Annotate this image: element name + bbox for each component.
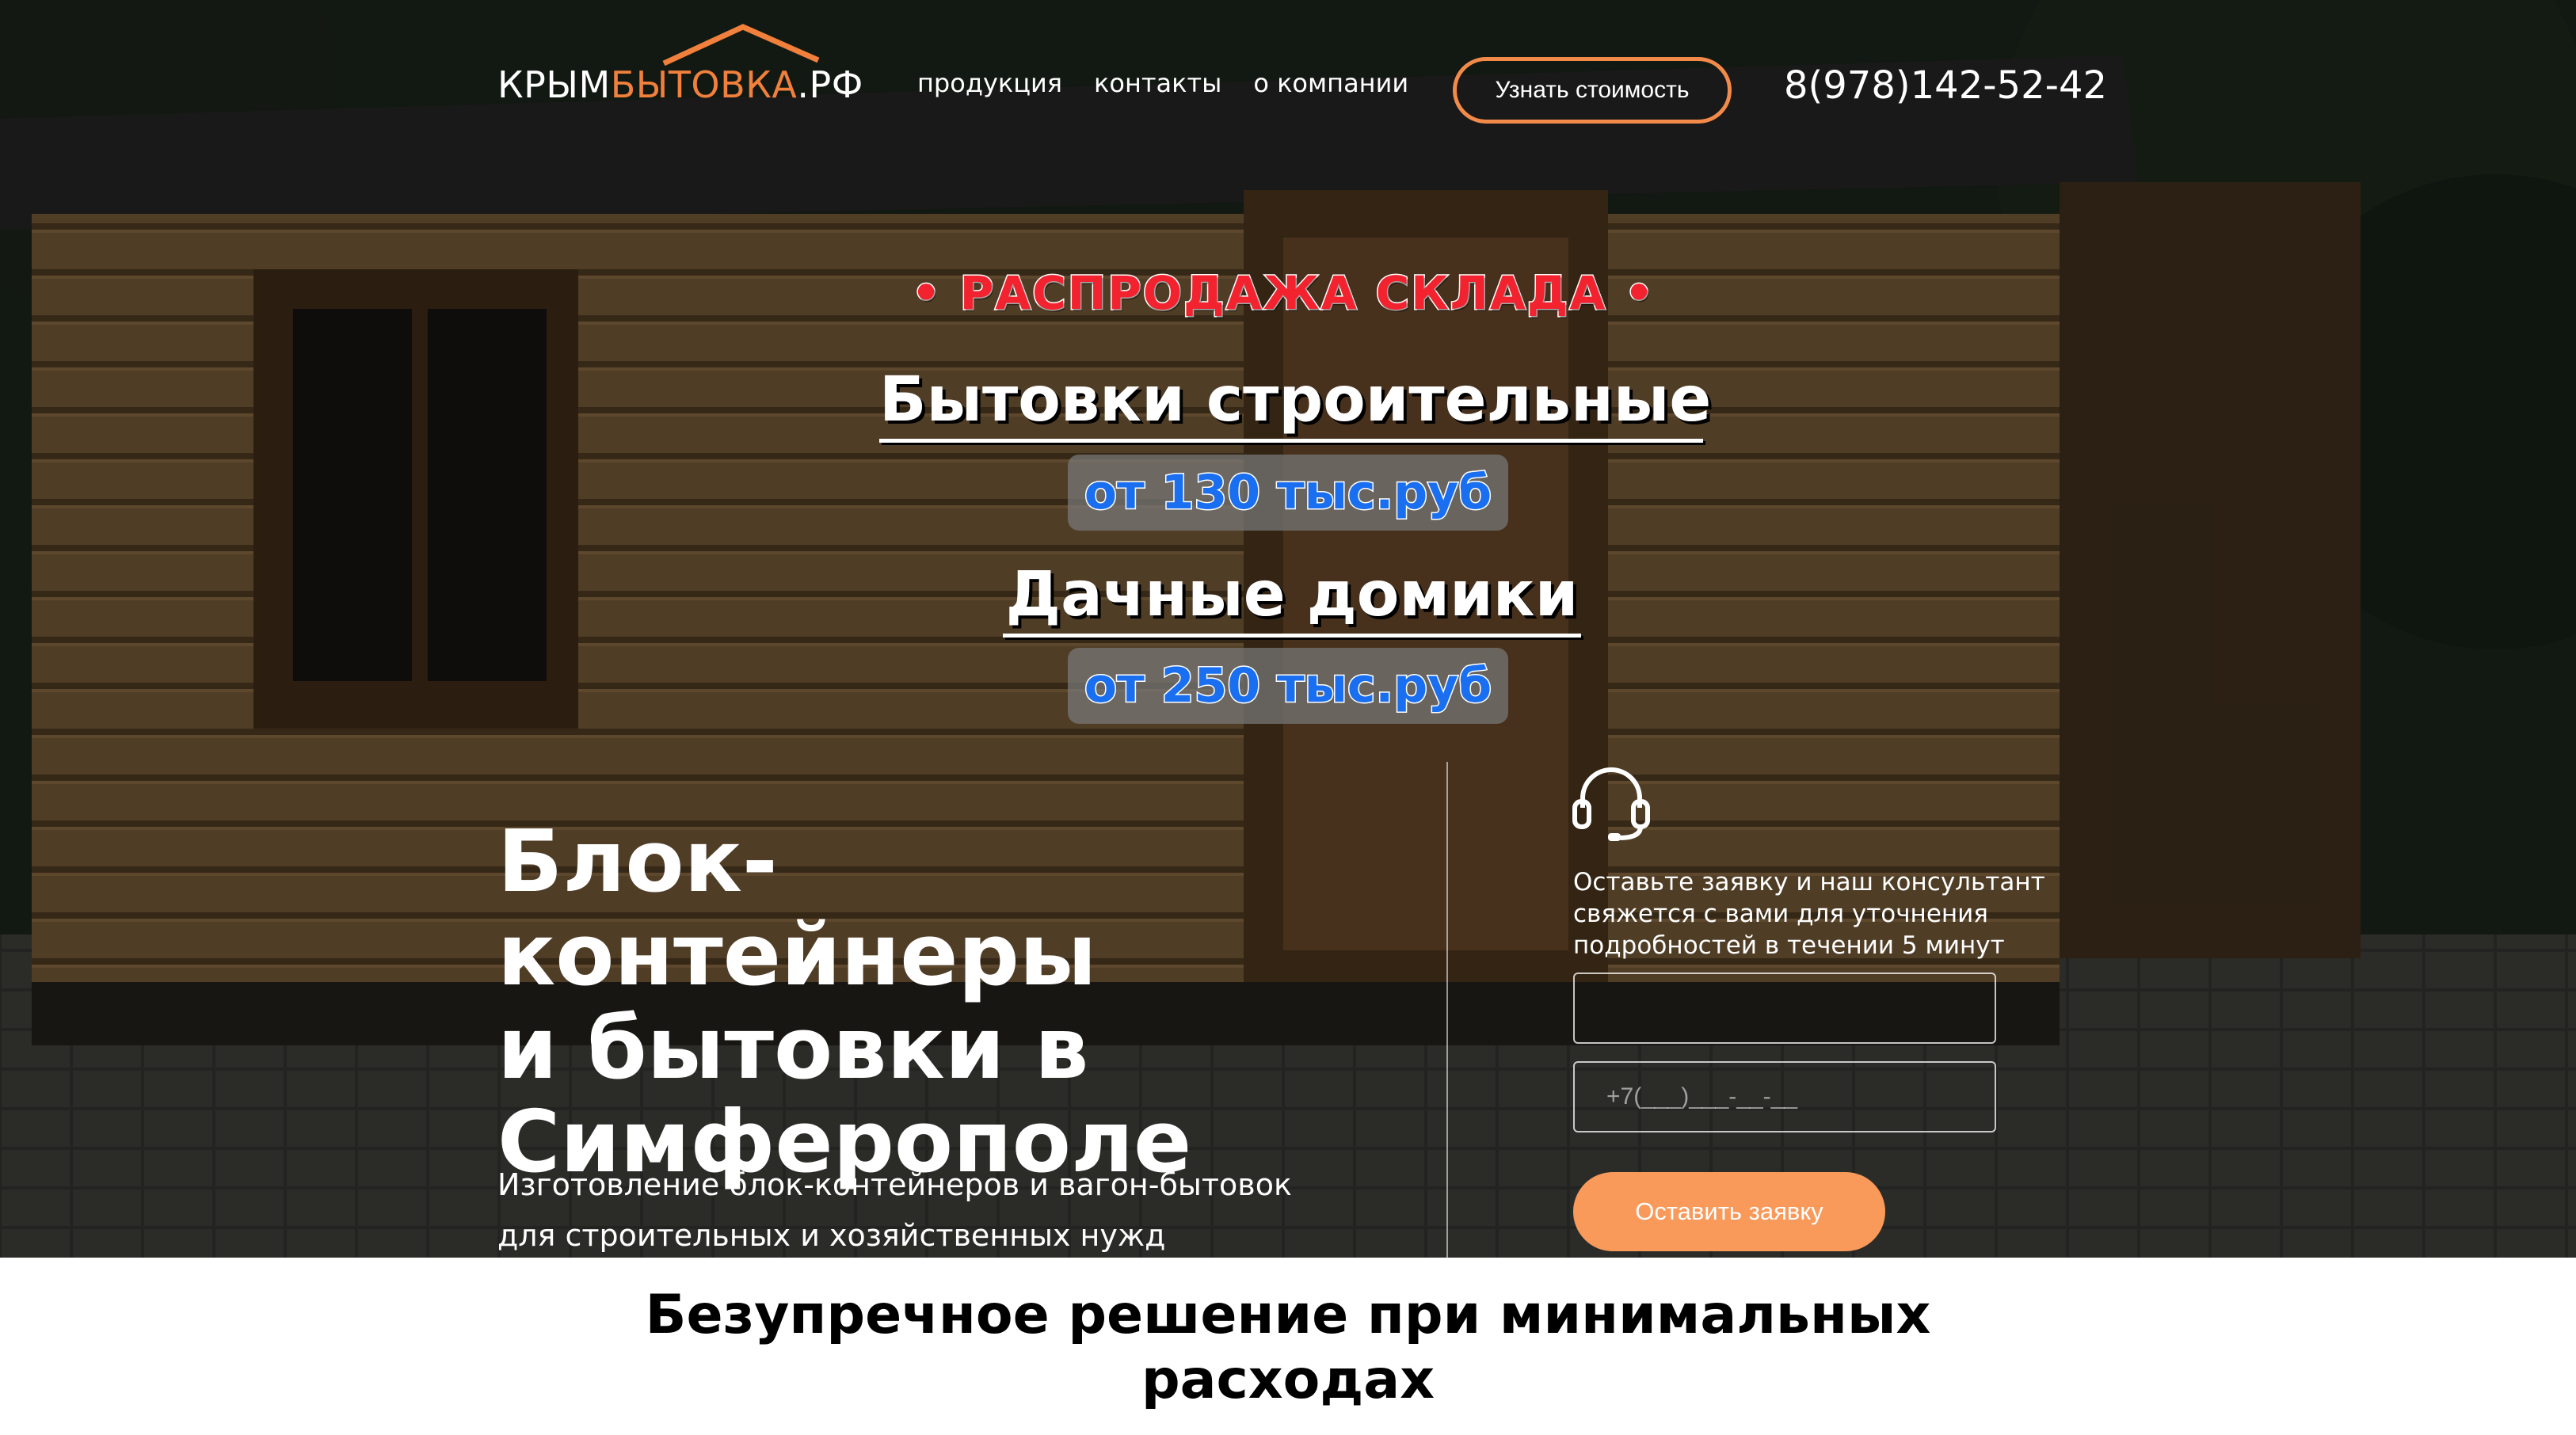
promo-item-1-price: от 130 тыс.руб [1068,455,1508,531]
page-subtitle-line-1: Изготовление блок-контейнеров и вагон-бы… [497,1167,1292,1202]
page-subtitle-line-2: для строительных и хозяйственных нужд [497,1218,1166,1253]
nav-link-products[interactable]: продукция [917,68,1062,98]
page-subtitle: Изготовление блок-контейнеров и вагон-бы… [497,1159,1369,1261]
form-description-line-3: подробностей в течении 5 минут [1573,931,2005,960]
page-title-line-2: и бытовки в [497,999,1089,1098]
form-description-line-1: Оставьте заявку и наш консультант [1573,868,2045,896]
promo-item-2-title: Дачные домики [1003,559,1581,638]
form-description: Оставьте заявку и наш консультант свяжет… [1573,866,2064,961]
page-title: Блок-контейнеры и бытовки в Симферополе [497,816,1369,1189]
vertical-divider [1446,762,1448,1258]
roof-icon [662,24,820,67]
submit-request-button[interactable]: Оставить заявку [1573,1172,1885,1251]
nav-link-contacts[interactable]: контакты [1094,68,1221,98]
promo-item-2-underline [1003,634,1581,638]
logo-part-1: КРЫМ [497,63,611,106]
main-nav: продукция контакты о компании [917,68,1408,98]
get-price-button[interactable]: Узнать стоимость [1453,57,1732,124]
form-description-line-2: свяжется с вами для уточнения [1573,900,1988,928]
logo-part-2: БЫТОВКА [610,63,798,106]
section-title: Безупречное решение при минимальных расх… [496,1283,2080,1413]
promo-item-2-price: от 250 тыс.руб [1068,648,1508,724]
logo-part-3: .РФ [797,63,863,106]
site-logo[interactable]: КРЫМБЫТОВКА.РФ [497,22,870,117]
phone-field[interactable] [1573,1061,1996,1132]
page-title-line-1: Блок-контейнеры [497,813,1097,1005]
section-title-line-1: Безупречное решение при минимальных [645,1284,1931,1346]
header-phone[interactable]: 8(978)142-52-42 [1784,63,2107,108]
logo-text: КРЫМБЫТОВКА.РФ [497,63,863,106]
promo-item-2-title-text: Дачные домики [1005,559,1579,630]
headset-icon [1572,767,1650,841]
section-title-line-2: расходах [1141,1349,1435,1411]
nav-link-about[interactable]: о компании [1253,68,1408,98]
name-field[interactable] [1573,973,1996,1044]
sale-banner: • РАСПРОДАЖА СКЛАДА • [910,265,1656,322]
promo-item-1-title: Бытовки строительные [879,364,1711,443]
promo-item-1-underline [879,439,1703,443]
promo-item-1-title-text: Бытовки строительные [879,364,1712,436]
